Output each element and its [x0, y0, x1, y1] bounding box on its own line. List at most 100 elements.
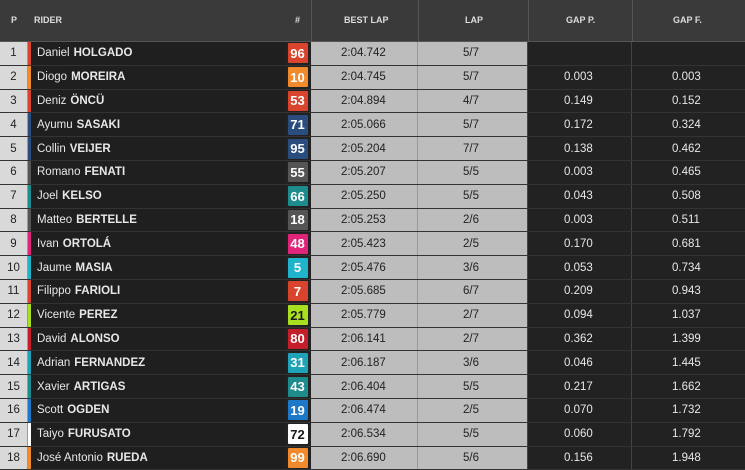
- table-row[interactable]: 11 Filippo FARIOLI 7 2:05.685 6/7 0.209 …: [0, 279, 745, 304]
- header-lap[interactable]: LAP: [418, 0, 528, 41]
- rider-cell: Filippo FARIOLI: [28, 279, 285, 303]
- gap-first-cell: 1.662: [632, 375, 745, 398]
- rider-last-name: VEIJER: [69, 142, 111, 155]
- lap-cell: 6/7: [418, 279, 528, 303]
- rider-last-name: HOLGADO: [73, 47, 133, 60]
- lap-cell: 2/6: [418, 208, 528, 232]
- number-cell: 21: [285, 304, 310, 327]
- lap-cell: 5/5: [418, 160, 528, 184]
- header-rider[interactable]: RIDER: [34, 0, 234, 41]
- rider-last-name: FENATI: [84, 166, 126, 179]
- rider-cell: Ivan ORTOLÁ: [28, 232, 285, 256]
- table-row[interactable]: 14 Adrian FERNANDEZ 31 2:06.187 3/6 0.04…: [0, 351, 745, 376]
- gap-prev-cell: 0.046: [528, 351, 632, 375]
- rider-cell: Diogo MOREIRA: [28, 65, 285, 89]
- lap-cell: 2/7: [418, 327, 528, 351]
- best-lap-cell: 2:05.204: [311, 137, 418, 160]
- gap-first-cell: 0.508: [632, 184, 745, 208]
- gap-first-cell: 0.681: [632, 232, 745, 256]
- rider-last-name: OGDEN: [67, 404, 110, 417]
- table-row[interactable]: 9 Ivan ORTOLÁ 48 2:05.423 2/5 0.170 0.68…: [0, 232, 745, 257]
- rider-last-name: FERNANDEZ: [74, 356, 146, 369]
- rider-last-name: PEREZ: [79, 309, 118, 322]
- table-row[interactable]: 6 Romano FENATI 55 2:05.207 5/5 0.003 0.…: [0, 160, 745, 185]
- rider-number-badge: 5: [287, 257, 308, 278]
- table-row[interactable]: 10 Jaume MASIA 5 2:05.476 3/6 0.053 0.73…: [0, 256, 745, 280]
- table-row[interactable]: 8 Matteo BERTELLE 18 2:05.253 2/6 0.003 …: [0, 208, 745, 233]
- rider-first-name: Matteo: [37, 213, 73, 226]
- lap-cell: 4/7: [418, 89, 528, 113]
- rider-first-name: Adrian: [37, 356, 71, 369]
- rider-last-name: MOREIRA: [71, 71, 126, 84]
- number-cell: 71: [285, 113, 310, 136]
- rider-number-badge: 99: [287, 447, 308, 468]
- table-row[interactable]: 12 Vicente PEREZ 21 2:05.779 2/7 0.094 1…: [0, 303, 745, 328]
- gap-prev-cell: 0.156: [528, 446, 632, 470]
- rider-cell: Ayumu SASAKI: [28, 113, 285, 137]
- header-best-lap[interactable]: BEST LAP: [311, 0, 418, 41]
- header-number[interactable]: #: [285, 0, 310, 41]
- table-row[interactable]: 1 Daniel HOLGADO 96 2:04.742 5/7: [0, 42, 745, 66]
- best-lap-cell: 2:06.474: [311, 398, 418, 422]
- table-row[interactable]: 17 Taiyo FURUSATO 72 2:06.534 5/5 0.060 …: [0, 422, 745, 447]
- best-lap-cell: 2:06.187: [311, 351, 418, 375]
- number-cell: 55: [285, 161, 310, 184]
- rider-last-name: ALONSO: [70, 332, 120, 345]
- position-cell: 13: [0, 327, 28, 351]
- table-row[interactable]: 13 David ALONSO 80 2:06.141 2/7 0.362 1.…: [0, 327, 745, 352]
- table-row[interactable]: 18 José Antonio RUEDA 99 2:06.690 5/6 0.…: [0, 446, 745, 470]
- table-row[interactable]: 5 Collin VEIJER 95 2:05.204 7/7 0.138 0.…: [0, 137, 745, 161]
- table-row[interactable]: 3 Deniz ÖNCÜ 53 2:04.894 4/7 0.149 0.152: [0, 89, 745, 114]
- rider-number-badge: 55: [287, 162, 308, 183]
- rider-cell: Xavier ARTIGAS: [28, 375, 285, 398]
- table-row[interactable]: 4 Ayumu SASAKI 71 2:05.066 5/7 0.172 0.3…: [0, 113, 745, 138]
- rider-number-badge: 96: [287, 43, 308, 64]
- rider-cell: Romano FENATI: [28, 160, 285, 184]
- lap-cell: 2/5: [418, 398, 528, 422]
- gap-prev-cell: 0.003: [528, 208, 632, 232]
- rider-first-name: Ivan: [37, 237, 59, 250]
- gap-prev-cell: 0.138: [528, 137, 632, 160]
- gap-first-cell: 0.324: [632, 113, 745, 137]
- rider-cell: Matteo BERTELLE: [28, 208, 285, 232]
- rider-last-name: ARTIGAS: [73, 380, 126, 393]
- gap-prev-cell: 0.209: [528, 279, 632, 303]
- rider-number-badge: 18: [287, 209, 308, 230]
- lap-cell: 3/6: [418, 351, 528, 375]
- gap-first-cell: 0.734: [632, 256, 745, 279]
- rider-number-badge: 66: [287, 186, 308, 207]
- rider-cell: Taiyo FURUSATO: [28, 422, 285, 446]
- position-cell: 18: [0, 446, 28, 470]
- gap-first-cell: 0.511: [632, 208, 745, 232]
- best-lap-cell: 2:05.779: [311, 303, 418, 327]
- rider-number-badge: 21: [287, 305, 308, 326]
- rider-first-name: Romano: [37, 166, 81, 179]
- header-gap-first[interactable]: GAP F.: [632, 0, 745, 41]
- gap-first-cell: 1.445: [632, 351, 745, 375]
- number-cell: 96: [285, 42, 310, 65]
- best-lap-cell: 2:05.066: [311, 113, 418, 137]
- lap-cell: 5/7: [418, 42, 528, 65]
- gap-prev-cell: [528, 42, 632, 65]
- gap-first-cell: 0.003: [632, 65, 745, 89]
- gap-prev-cell: 0.094: [528, 303, 632, 327]
- position-cell: 12: [0, 303, 28, 327]
- rider-first-name: Xavier: [37, 380, 70, 393]
- rider-first-name: Collin: [37, 142, 66, 155]
- header-gap-prev[interactable]: GAP P.: [528, 0, 632, 41]
- table-header: P RIDER # BEST LAP LAP GAP P. GAP F.: [0, 0, 745, 42]
- table-row[interactable]: 2 Diogo MOREIRA 10 2:04.745 5/7 0.003 0.…: [0, 65, 745, 90]
- table-row[interactable]: 15 Xavier ARTIGAS 43 2:06.404 5/5 0.217 …: [0, 375, 745, 399]
- table-row[interactable]: 16 Scott OGDEN 19 2:06.474 2/5 0.070 1.7…: [0, 398, 745, 423]
- rider-cell: José Antonio RUEDA: [28, 446, 285, 470]
- table-row[interactable]: 7 Joel KELSO 66 2:05.250 5/5 0.043 0.508: [0, 184, 745, 209]
- gap-prev-cell: 0.003: [528, 65, 632, 89]
- number-cell: 99: [285, 447, 310, 470]
- rider-cell: Jaume MASIA: [28, 256, 285, 279]
- lap-cell: 5/6: [418, 446, 528, 470]
- position-cell: 10: [0, 256, 28, 279]
- gap-first-cell: 1.792: [632, 422, 745, 446]
- best-lap-cell: 2:04.894: [311, 89, 418, 113]
- rider-number-badge: 7: [287, 281, 308, 302]
- header-pos[interactable]: P: [0, 0, 28, 41]
